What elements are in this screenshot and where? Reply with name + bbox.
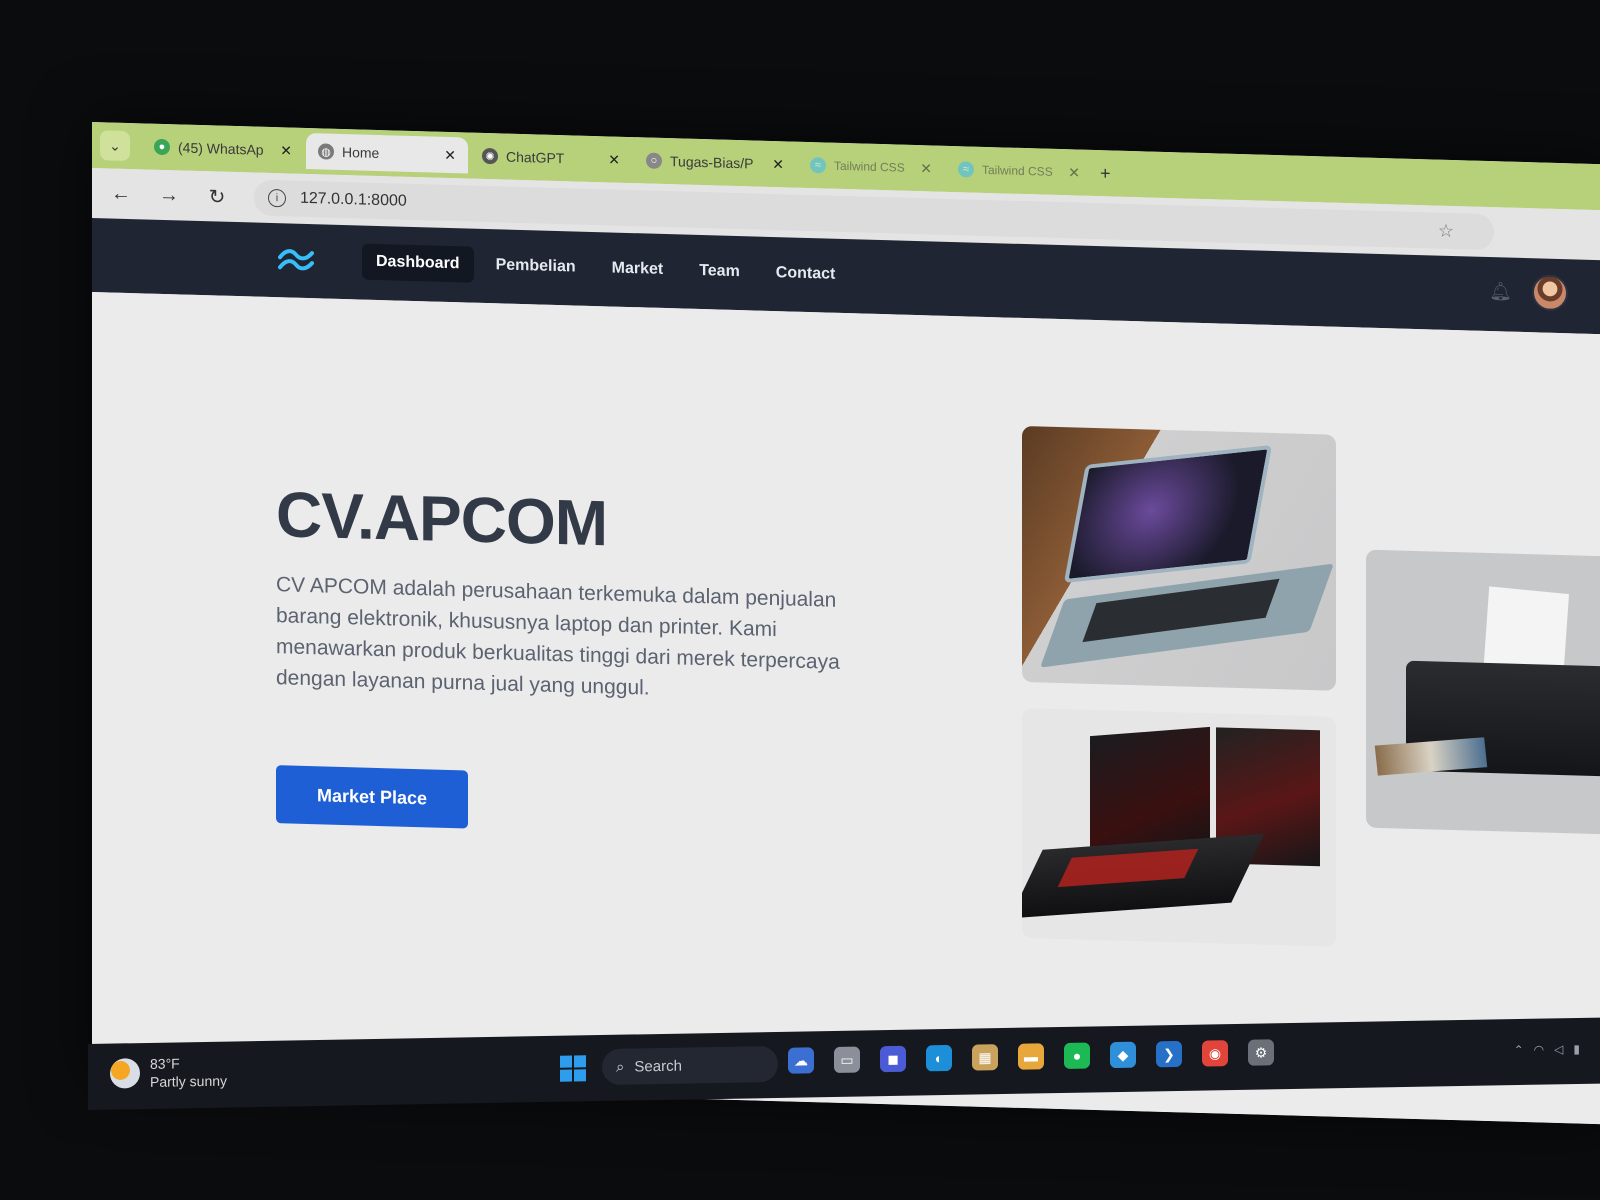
notification-bell-icon[interactable]: 🔔︎	[1489, 281, 1512, 303]
wifi-icon[interactable]: ◠	[1534, 1043, 1544, 1057]
nav-team[interactable]: Team	[685, 253, 754, 291]
teams-icon[interactable]: ◼	[880, 1045, 906, 1073]
spotify-icon[interactable]: ●	[1064, 1042, 1090, 1069]
tailwind-logo-icon[interactable]	[276, 245, 316, 274]
tab-label: Home	[342, 143, 380, 162]
printer-image	[1366, 549, 1600, 835]
taskbar-apps: ☁ ▭ ◼ ◐ ▦ ▬ ● ◆ ❯ ◉ ⚙	[788, 1039, 1274, 1074]
chevron-up-icon[interactable]: ⌃	[1514, 1043, 1524, 1057]
battery-icon[interactable]: ▮	[1573, 1042, 1580, 1056]
close-icon[interactable]: ✕	[920, 160, 932, 177]
temperature: 83°F	[150, 1055, 180, 1072]
volume-icon[interactable]: ◁	[1554, 1042, 1563, 1056]
url-text: 127.0.0.1:8000	[300, 189, 407, 210]
tab-label: Tailwind CSS	[834, 158, 905, 175]
tab-chatgpt[interactable]: ✺ ChatGPT ✕	[470, 138, 632, 179]
nav-market[interactable]: Market	[598, 250, 678, 288]
tab-tailwind-2[interactable]: ≈ Tailwind CSS ✕	[946, 151, 1092, 191]
laptop-image	[1022, 425, 1336, 691]
close-icon[interactable]: ✕	[608, 151, 620, 168]
globe-icon: ◍	[318, 143, 334, 160]
tailwind-icon: ≈	[810, 157, 826, 174]
weather-widget[interactable]: 83°F Partly sunny	[110, 1054, 227, 1092]
tab-whatsapp[interactable]: ● (45) WhatsAp ✕	[142, 128, 304, 169]
forward-arrow-icon[interactable]: →	[158, 183, 180, 207]
chrome-icon[interactable]: ◉	[1202, 1040, 1228, 1067]
github-icon: ○	[646, 152, 662, 169]
weather-text: 83°F Partly sunny	[150, 1054, 227, 1091]
tab-tailwind-1[interactable]: ≈ Tailwind CSS ✕	[798, 147, 944, 187]
tab-label: ChatGPT	[506, 148, 565, 167]
info-icon[interactable]: i	[268, 188, 286, 208]
system-tray: ⌃ ◠ ◁ ▮	[1514, 1042, 1580, 1057]
user-avatar[interactable]	[1532, 274, 1568, 312]
tab-search-button[interactable]: ⌄	[100, 130, 130, 162]
reload-icon[interactable]: ↻	[206, 184, 228, 210]
hero-title: CV.APCOM	[276, 478, 608, 560]
close-icon[interactable]: ✕	[772, 156, 784, 173]
hero-section: CV.APCOM CV APCOM adalah perusahaan terk…	[92, 292, 1600, 1125]
nav-dashboard[interactable]: Dashboard	[362, 243, 474, 283]
file-explorer-icon[interactable]: ▬	[1018, 1043, 1044, 1070]
tab-home[interactable]: ◍ Home ✕	[306, 132, 468, 174]
chatgpt-icon: ✺	[482, 147, 498, 165]
settings-gear-icon[interactable]: ⚙	[1248, 1039, 1274, 1066]
edge-icon[interactable]: ◐	[926, 1044, 952, 1072]
close-icon[interactable]: ✕	[1068, 164, 1080, 181]
bookmark-star-icon[interactable]: ☆	[1438, 220, 1454, 241]
task-view-icon[interactable]: ▭	[834, 1046, 860, 1073]
whatsapp-icon: ●	[154, 138, 170, 156]
monitor-screen: ⌄ ● (45) WhatsAp ✕ ◍ Home ✕ ✺ ChatGPT ✕ …	[92, 122, 1600, 1125]
close-icon[interactable]: ✕	[280, 142, 292, 159]
back-arrow-icon[interactable]: ←	[110, 182, 132, 206]
store-icon[interactable]: ▦	[972, 1044, 998, 1071]
nav-contact[interactable]: Contact	[762, 255, 850, 293]
windows-start-icon[interactable]	[560, 1055, 586, 1082]
vscode-icon[interactable]: ❯	[1156, 1040, 1182, 1068]
tab-github[interactable]: ○ Tugas-Bias/P ✕	[634, 142, 796, 183]
nav-pembelian[interactable]: Pembelian	[482, 247, 590, 286]
partly-sunny-icon	[110, 1058, 140, 1089]
search-icon: ⌕	[616, 1058, 625, 1076]
search-label: Search	[634, 1057, 682, 1075]
tab-label: (45) WhatsAp	[178, 139, 264, 158]
nav-links: Dashboard Pembelian Market Team Contact	[362, 243, 850, 294]
market-place-button[interactable]: Market Place	[276, 765, 468, 829]
tab-label: Tailwind CSS	[982, 162, 1053, 179]
taskbar-search[interactable]: ⌕ Search	[602, 1045, 778, 1086]
gaming-laptop-image	[1022, 707, 1336, 947]
weather-condition: Partly sunny	[150, 1072, 228, 1090]
tab-label: Tugas-Bias/P	[670, 153, 754, 172]
app-icon[interactable]: ◆	[1110, 1041, 1136, 1069]
tailwind-icon: ≈	[958, 161, 974, 178]
hero-description: CV APCOM adalah perusahaan terkemuka dal…	[276, 573, 840, 700]
close-icon[interactable]: ✕	[444, 146, 456, 163]
widgets-icon[interactable]: ☁	[788, 1047, 814, 1074]
new-tab-button[interactable]: +	[1100, 163, 1111, 184]
